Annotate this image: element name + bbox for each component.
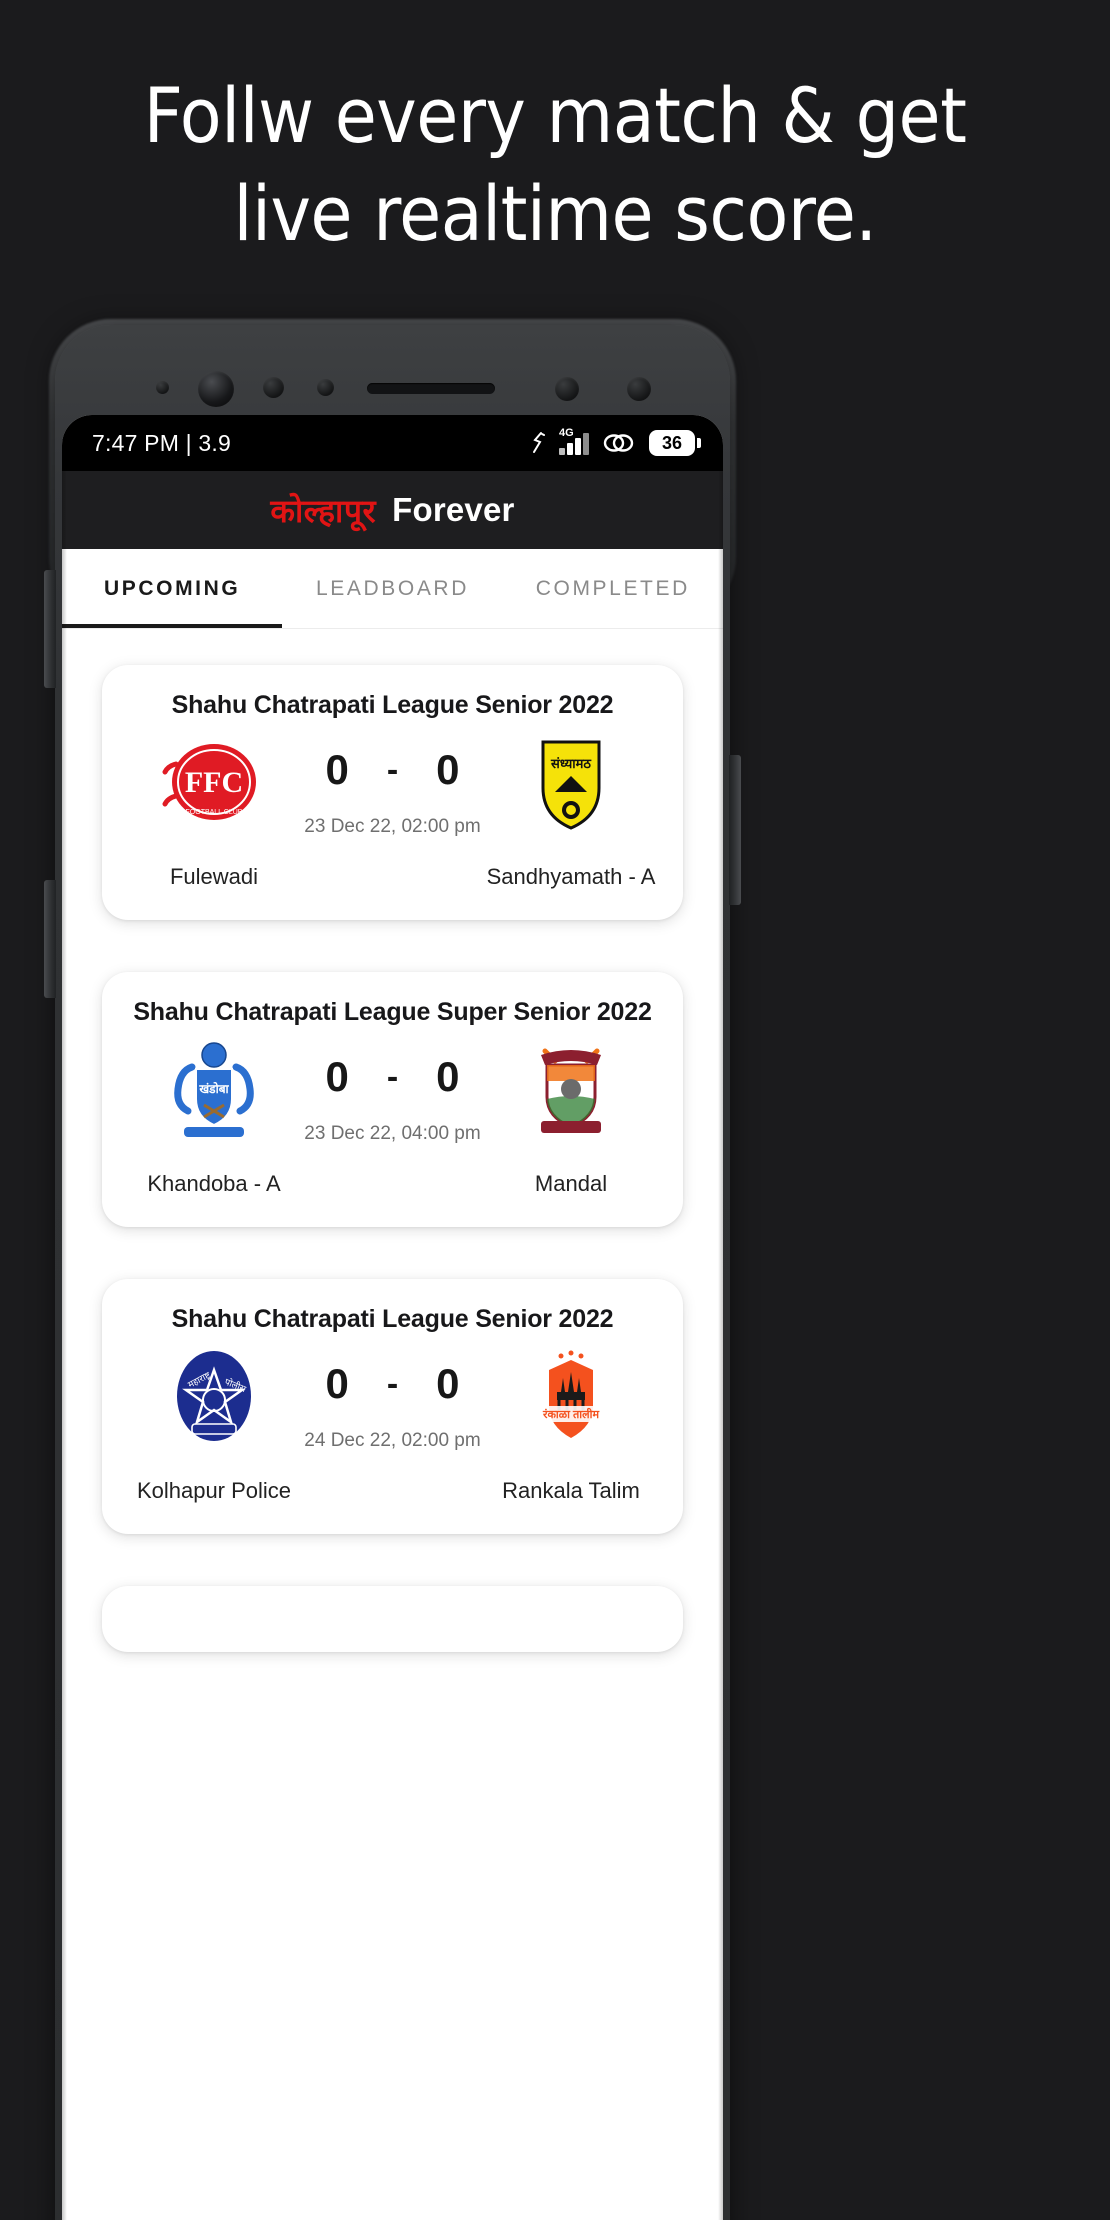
away-team-name: Sandhyamath - A bbox=[486, 864, 656, 889]
promo-headline: Follw every match & get live realtime sc… bbox=[0, 78, 1110, 252]
home-score: 0 bbox=[325, 1360, 349, 1407]
home-score: 0 bbox=[325, 746, 349, 793]
signal-icon: 4G bbox=[559, 427, 589, 455]
score-separator: - bbox=[386, 1364, 399, 1403]
sandhyamath-shield-crest-icon: संध्यामठ bbox=[519, 730, 623, 834]
league-title: Shahu Chatrapati League Super Senior 202… bbox=[133, 998, 652, 1026]
volume-down-button[interactable] bbox=[44, 880, 56, 998]
signal-bar-1 bbox=[559, 448, 565, 455]
proximity-sensor-icon bbox=[156, 381, 169, 394]
home-score: 0 bbox=[325, 1053, 349, 1100]
promo-page: Follw every match & get live realtime sc… bbox=[0, 0, 1110, 2220]
khandoba-shield-crest-icon: खंडोबा bbox=[162, 1037, 266, 1141]
match-datetime: 23 Dec 22, 04:00 pm bbox=[304, 1123, 481, 1144]
vibrate-icon bbox=[530, 431, 546, 455]
match-card[interactable]: Shahu Chatrapati League Senior 2022 महार… bbox=[102, 1279, 683, 1534]
volume-up-button[interactable] bbox=[44, 570, 56, 688]
phone-body: 7:47 PM | 3.9 4G 36 कोल्हापूर Forever UP… bbox=[44, 325, 741, 2220]
match-card[interactable]: Shahu Chatrapati League Super Senior 202… bbox=[102, 972, 683, 1227]
match-list[interactable]: Shahu Chatrapati League Senior 2022 FFC bbox=[62, 629, 723, 2220]
away-score: 0 bbox=[436, 1053, 460, 1100]
home-team: महाराष्ट्र पोलीस Kolhapur Police bbox=[124, 1344, 304, 1504]
secondary-camera-icon bbox=[263, 377, 284, 398]
app-bar: कोल्हापूर Forever bbox=[62, 471, 723, 549]
home-team: FFC FOOTBALL CLUB Fulewadi bbox=[124, 730, 304, 890]
status-icons: 4G 36 bbox=[530, 427, 701, 456]
phone-screen: 7:47 PM | 3.9 4G 36 कोल्हापूर Forever UP… bbox=[62, 415, 723, 2220]
match-card[interactable]: Shahu Chatrapati League Senior 2022 FFC bbox=[102, 665, 683, 920]
score-separator: - bbox=[386, 1057, 399, 1096]
signal-bar-4 bbox=[583, 433, 589, 455]
earpiece-speaker-icon bbox=[367, 383, 495, 394]
phone-mockup: 7:47 PM | 3.9 4G 36 कोल्हापूर Forever UP… bbox=[44, 319, 741, 2220]
brand-marathi-label: कोल्हापूर bbox=[270, 492, 377, 529]
score-row: 0 - 0 bbox=[325, 1360, 459, 1408]
link-icon bbox=[602, 432, 636, 454]
tab-completed[interactable]: COMPLETED bbox=[503, 549, 723, 628]
away-score: 0 bbox=[436, 1360, 460, 1407]
tab-upcoming[interactable]: UPCOMING bbox=[62, 549, 283, 628]
fulewadi-ffc-crest-icon: FFC FOOTBALL CLUB bbox=[162, 730, 266, 834]
light-sensor-icon bbox=[317, 379, 334, 396]
home-team-name: Fulewadi bbox=[169, 864, 259, 889]
tab-leadboard[interactable]: LEADBOARD bbox=[282, 549, 502, 628]
phone-sensor-row bbox=[55, 367, 730, 409]
score-separator: - bbox=[386, 750, 399, 789]
front-camera-icon bbox=[198, 371, 234, 407]
away-team: रंकाळा तालीम Rankala Talim bbox=[481, 1344, 661, 1504]
mandal-shield-crest-icon bbox=[519, 1037, 623, 1141]
score-row: 0 - 0 bbox=[325, 1053, 459, 1101]
battery-percent-label: 36 bbox=[649, 430, 695, 456]
status-bar: 7:47 PM | 3.9 4G 36 bbox=[62, 415, 723, 471]
svg-text:FOOTBALL CLUB: FOOTBALL CLUB bbox=[186, 809, 243, 816]
ir-emitter-icon bbox=[627, 377, 651, 401]
svg-text:रंकाळा तालीम: रंकाळा तालीम bbox=[542, 1407, 599, 1421]
iris-sensor-icon bbox=[555, 377, 579, 401]
signal-bar-3 bbox=[575, 438, 581, 455]
rankala-talim-crest-icon: रंकाळा तालीम bbox=[519, 1344, 623, 1448]
brand-english-label: Forever bbox=[392, 491, 515, 528]
match-datetime: 23 Dec 22, 02:00 pm bbox=[304, 816, 481, 837]
network-type-label: 4G bbox=[559, 427, 574, 439]
league-title: Shahu Chatrapati League Senior 2022 bbox=[171, 1305, 614, 1333]
tab-bar: UPCOMING LEADBOARD COMPLETED bbox=[62, 549, 723, 629]
away-team-name: Rankala Talim bbox=[502, 1478, 640, 1503]
signal-bar-2 bbox=[567, 443, 573, 455]
match-card[interactable] bbox=[102, 1586, 683, 1652]
league-title: Shahu Chatrapati League Senior 2022 bbox=[171, 691, 614, 719]
power-button[interactable] bbox=[729, 755, 741, 905]
svg-text:खंडोबा: खंडोबा bbox=[198, 1082, 229, 1096]
away-team-name: Mandal bbox=[534, 1171, 608, 1196]
battery-cap bbox=[697, 438, 701, 448]
battery-icon: 36 bbox=[649, 430, 701, 456]
away-team: संध्यामठ Sandhyamath - A bbox=[481, 730, 661, 890]
away-team: Mandal bbox=[481, 1037, 661, 1197]
home-team: खंडोबा Khandoba - A bbox=[124, 1037, 304, 1197]
headline-line-1: Follw every match & get bbox=[143, 71, 967, 160]
kolhapur-police-crest-icon: महाराष्ट्र पोलीस bbox=[162, 1344, 266, 1448]
score-row: 0 - 0 bbox=[325, 746, 459, 794]
home-team-name: Kolhapur Police bbox=[136, 1478, 292, 1503]
svg-text:संध्यामठ: संध्यामठ bbox=[550, 756, 592, 771]
svg-text:FFC: FFC bbox=[185, 766, 243, 799]
home-team-name: Khandoba - A bbox=[147, 1171, 281, 1196]
away-score: 0 bbox=[436, 746, 460, 793]
match-datetime: 24 Dec 22, 02:00 pm bbox=[304, 1430, 481, 1451]
headline-line-2: live realtime score. bbox=[233, 169, 877, 258]
status-time-data: 7:47 PM | 3.9 bbox=[92, 429, 231, 456]
